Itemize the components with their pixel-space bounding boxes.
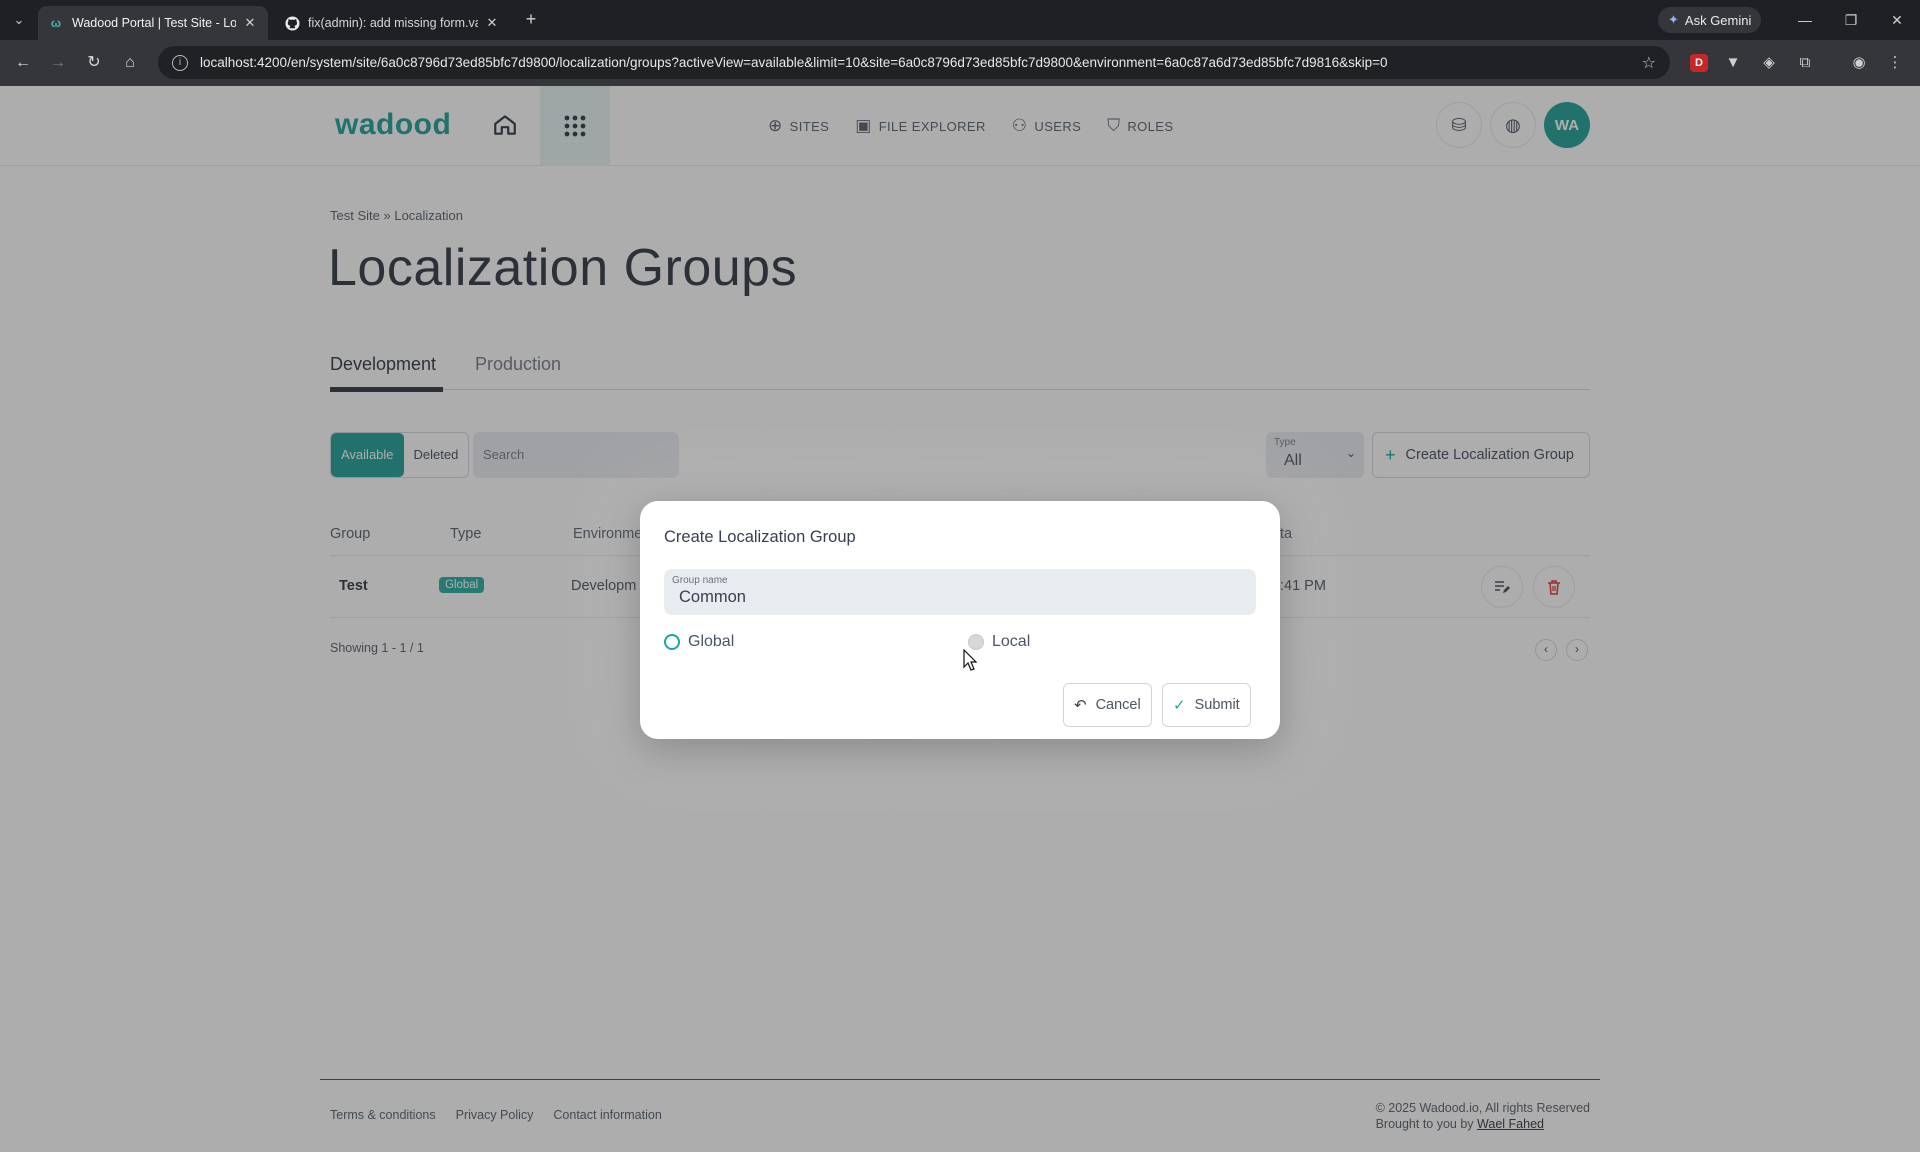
browser-tab-bar: ⌄ ω Wadood Portal | Test Site - Loca ✕ f… xyxy=(0,0,1920,40)
cancel-button[interactable]: ↶ Cancel xyxy=(1063,683,1152,727)
tab-title: fix(admin): add missing form.va xyxy=(308,16,478,30)
submit-button[interactable]: ✓ Submit xyxy=(1162,683,1251,727)
tab-search-button[interactable]: ⌄ xyxy=(8,9,30,31)
browser-tab-github[interactable]: fix(admin): add missing form.va ✕ xyxy=(274,6,510,40)
forward-arrow-icon[interactable]: → xyxy=(47,52,69,74)
tab-title: Wadood Portal | Test Site - Loca xyxy=(72,16,236,30)
new-tab-button[interactable]: + xyxy=(520,9,542,31)
extension-red-icon[interactable]: D xyxy=(1690,54,1708,72)
group-name-label: Group name xyxy=(672,575,728,586)
gemini-sparkle-icon: ✦ xyxy=(1668,12,1679,27)
minimize-button[interactable]: — xyxy=(1782,0,1828,40)
bookmark-star-icon[interactable]: ☆ xyxy=(1642,53,1656,73)
back-arrow-icon[interactable]: ← xyxy=(12,52,34,74)
browser-toolbar: ← → ↻ ⌂ i localhost:4200/en/system/site/… xyxy=(0,40,1920,86)
restore-button[interactable]: ❐ xyxy=(1828,0,1874,40)
cancel-label: Cancel xyxy=(1095,697,1141,713)
radio-circle-icon xyxy=(968,634,984,650)
group-name-value: Common xyxy=(679,588,746,606)
dialog-title: Create Localization Group xyxy=(664,528,856,546)
create-localization-group-dialog: Create Localization Group Group name Com… xyxy=(640,501,1280,739)
radio-global-label: Global xyxy=(688,633,735,650)
profile-icon[interactable]: ◉ xyxy=(1848,52,1870,74)
radio-global[interactable]: Global xyxy=(664,633,734,651)
close-window-button[interactable]: ✕ xyxy=(1874,0,1920,40)
radio-local-label: Local xyxy=(992,633,1031,650)
address-bar[interactable]: i localhost:4200/en/system/site/6a0c8796… xyxy=(158,46,1670,79)
browser-menu-icon[interactable]: ⋮ xyxy=(1884,52,1906,74)
browser-tab-wadood[interactable]: ω Wadood Portal | Test Site - Loca ✕ xyxy=(38,6,268,40)
site-info-icon[interactable]: i xyxy=(172,54,188,71)
close-icon[interactable]: ✕ xyxy=(242,15,258,31)
radio-circle-icon xyxy=(664,634,680,650)
extension-tag-icon[interactable]: ◈ xyxy=(1758,52,1780,74)
group-name-input[interactable]: Group name Common xyxy=(664,569,1256,615)
gemini-label: Ask Gemini xyxy=(1684,12,1752,28)
extensions-puzzle-icon[interactable]: ⧉ xyxy=(1794,52,1816,74)
close-icon[interactable]: ✕ xyxy=(484,15,500,31)
undo-icon: ↶ xyxy=(1074,697,1087,714)
reload-icon[interactable]: ↻ xyxy=(83,52,105,74)
wadood-favicon-icon: ω xyxy=(50,16,62,30)
mouse-cursor-icon xyxy=(963,649,977,671)
radio-local[interactable]: Local xyxy=(968,633,1030,651)
url-text: localhost:4200/en/system/site/6a0c8796d7… xyxy=(200,55,1388,70)
home-icon[interactable]: ⌂ xyxy=(119,52,141,74)
submit-label: Submit xyxy=(1194,697,1240,713)
github-icon xyxy=(284,15,300,31)
extension-v-icon[interactable]: ▼ xyxy=(1722,52,1744,74)
ask-gemini-button[interactable]: ✦ Ask Gemini xyxy=(1658,7,1762,33)
check-icon: ✓ xyxy=(1173,697,1186,714)
